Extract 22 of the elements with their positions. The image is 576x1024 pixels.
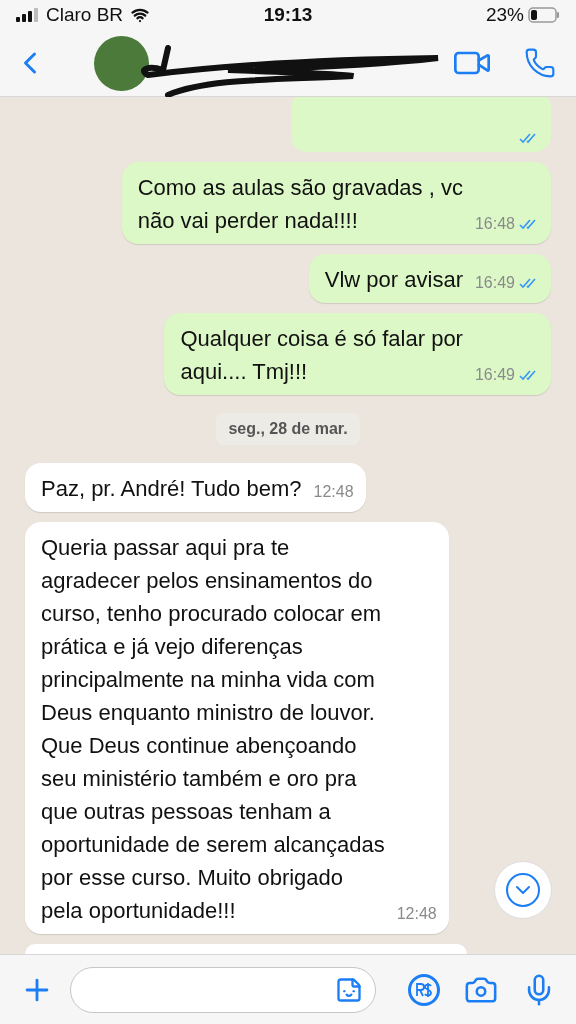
message-time: 16:48 — [474, 214, 515, 234]
clock: 19:13 — [263, 2, 313, 27]
carrier-name: Claro BR — [46, 2, 124, 27]
call-button[interactable] — [524, 47, 556, 79]
payment-button[interactable] — [408, 973, 440, 1006]
message-time: 16:49 — [474, 365, 515, 385]
date-chip: seg., 28 de mar. — [216, 413, 360, 445]
signal-icon — [16, 8, 38, 22]
message-time: 16:49 — [474, 273, 515, 293]
message-time: 12:48 — [396, 904, 437, 924]
message-text: Como as aulas são gravadas , vc não vai perder nada!!!! — [137, 174, 463, 235]
currency-icon — [415, 982, 433, 997]
sticker-icon[interactable] — [335, 975, 363, 1004]
battery-icon — [528, 7, 560, 23]
message-text: Queria passar aqui pra te agradecer pelos ensinamentos do curso, tenho procurado colocar em prática e já vejo diferenças principalmente na minha vida com Deus enquanto ministro de louvor. Que Deus continue abençoando seu ministério também e oro pra que outras pessoas tenham a oportunidade de serem alcançadas por esse curso. Muito obrigado pela oportunidade!!! — [41, 534, 385, 925]
message-text: Qualquer coisa é só falar por aqui.... Tmj!!! — [180, 325, 463, 386]
battery-percent: 23% — [485, 2, 524, 27]
message-text: Vlw por avisar — [324, 266, 463, 294]
wifi-icon — [131, 6, 150, 24]
message-input-field[interactable] — [70, 966, 376, 1013]
message-text: Paz, pr. André! Tudo bem? — [41, 475, 302, 503]
message-time: 12:48 — [313, 482, 354, 502]
